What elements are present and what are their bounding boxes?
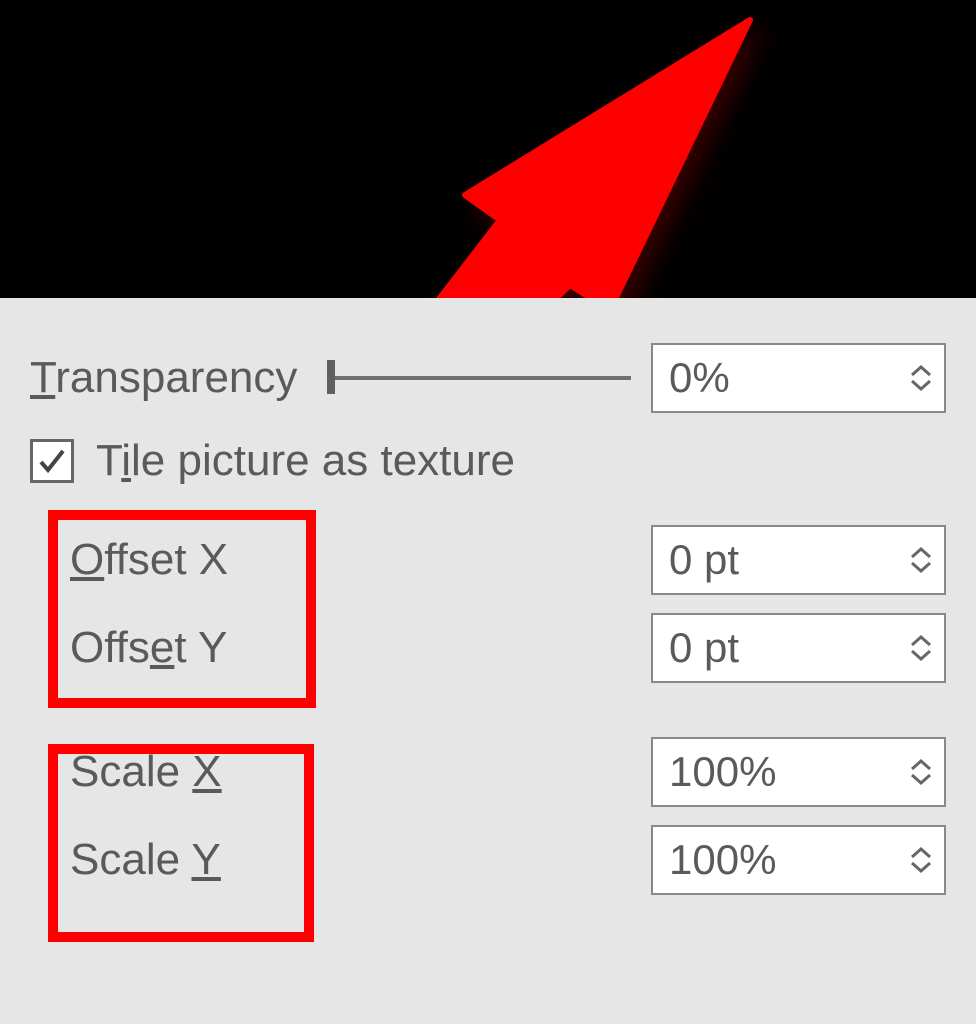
transparency-row: Transparency 0% bbox=[30, 342, 946, 414]
chevron-up-icon[interactable] bbox=[909, 846, 933, 860]
transparency-label: Transparency bbox=[30, 353, 297, 403]
transparency-slider[interactable] bbox=[327, 376, 631, 380]
offset-x-label: Offset X bbox=[70, 535, 360, 585]
scale-y-value[interactable]: 100% bbox=[653, 827, 898, 893]
chevron-down-icon[interactable] bbox=[909, 860, 933, 874]
offset-y-spinner[interactable]: 0 pt bbox=[651, 613, 946, 683]
transparency-value[interactable]: 0% bbox=[653, 345, 898, 411]
scale-x-label: Scale X bbox=[70, 747, 360, 797]
tile-checkbox-row: Tile picture as texture bbox=[30, 436, 946, 486]
spinner-buttons[interactable] bbox=[898, 527, 944, 593]
tile-checkbox[interactable] bbox=[30, 439, 74, 483]
chevron-up-icon[interactable] bbox=[909, 634, 933, 648]
checkmark-icon bbox=[37, 446, 67, 476]
offset-y-row: Offset Y 0 pt bbox=[30, 604, 946, 692]
chevron-down-icon[interactable] bbox=[909, 648, 933, 662]
scale-x-spinner[interactable]: 100% bbox=[651, 737, 946, 807]
format-fill-panel: Transparency 0% Tile picture as texture … bbox=[0, 298, 976, 1024]
offset-x-spinner[interactable]: 0 pt bbox=[651, 525, 946, 595]
spinner-buttons[interactable] bbox=[898, 615, 944, 681]
chevron-up-icon[interactable] bbox=[909, 546, 933, 560]
scale-x-row: Scale X 100% bbox=[30, 728, 946, 816]
offset-x-row: Offset X 0 pt bbox=[30, 516, 946, 604]
chevron-up-icon[interactable] bbox=[909, 364, 933, 378]
transparency-slider-thumb[interactable] bbox=[327, 360, 335, 394]
chevron-up-icon[interactable] bbox=[909, 758, 933, 772]
offset-y-label: Offset Y bbox=[70, 623, 360, 673]
top-black-area bbox=[0, 0, 976, 298]
spinner-buttons[interactable] bbox=[898, 345, 944, 411]
scale-y-label: Scale Y bbox=[70, 835, 360, 885]
offset-y-value[interactable]: 0 pt bbox=[653, 615, 898, 681]
chevron-down-icon[interactable] bbox=[909, 378, 933, 392]
chevron-down-icon[interactable] bbox=[909, 560, 933, 574]
spinner-buttons[interactable] bbox=[898, 827, 944, 893]
spinner-buttons[interactable] bbox=[898, 739, 944, 805]
offset-x-value[interactable]: 0 pt bbox=[653, 527, 898, 593]
scale-y-row: Scale Y 100% bbox=[30, 816, 946, 904]
chevron-down-icon[interactable] bbox=[909, 772, 933, 786]
scale-x-value[interactable]: 100% bbox=[653, 739, 898, 805]
transparency-spinner[interactable]: 0% bbox=[651, 343, 946, 413]
tile-label: Tile picture as texture bbox=[96, 436, 515, 486]
scale-y-spinner[interactable]: 100% bbox=[651, 825, 946, 895]
